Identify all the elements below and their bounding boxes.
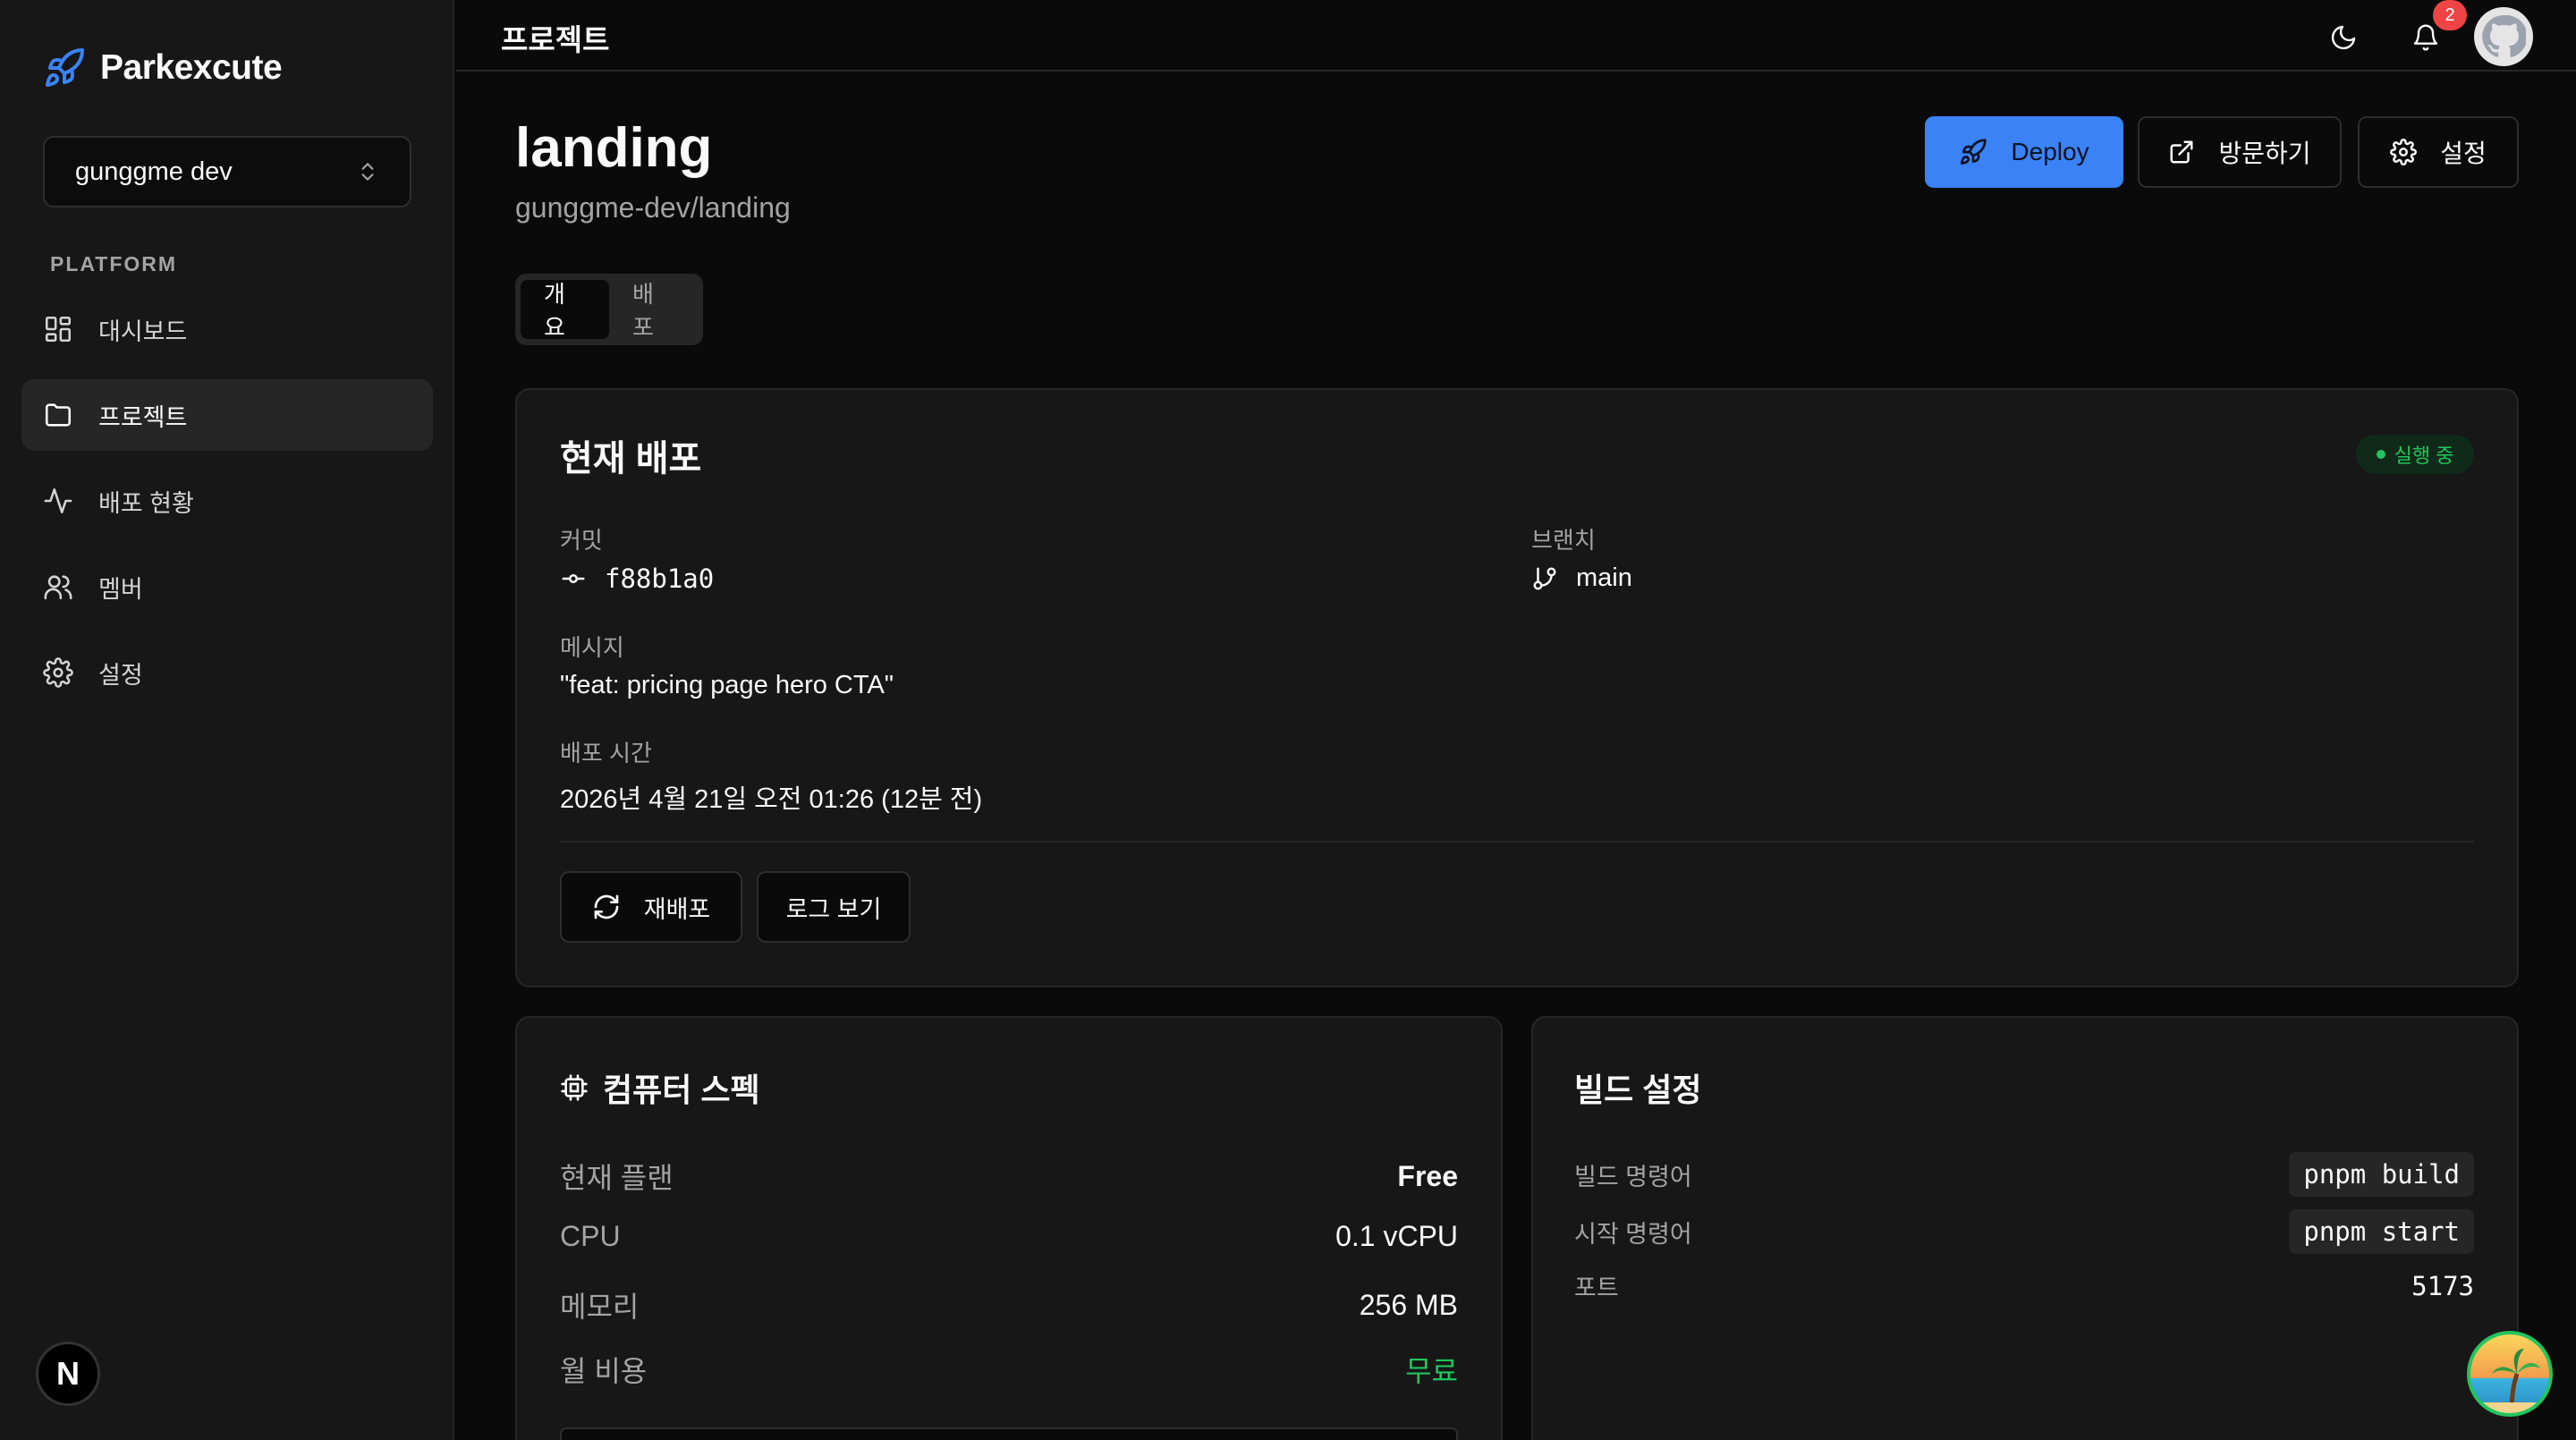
rocket-icon: [43, 47, 86, 89]
sidebar-item-members[interactable]: 멤버: [21, 551, 433, 623]
status-dot: [2376, 450, 2385, 459]
port-value: 5173: [2411, 1270, 2474, 1301]
deploy-button-label: Deploy: [2011, 138, 2089, 165]
visit-button[interactable]: 방문하기: [2138, 116, 2342, 188]
topbar: 프로젝트: [456, 0, 2576, 72]
deploy-button[interactable]: Deploy: [1925, 116, 2123, 188]
start-command-label: 시작 명령어: [1574, 1220, 1692, 1248]
compute-spec-title: 컴퓨터 스펙: [560, 1064, 760, 1111]
team-select[interactable]: gunggme dev: [43, 136, 411, 208]
compute-spec-title-text: 컴퓨터 스펙: [603, 1072, 760, 1108]
sidebar-item-dashboard[interactable]: 대시보드: [21, 293, 433, 365]
sidebar-item-label: 배포 현황: [98, 489, 194, 517]
spec-value: 0.1 vCPU: [1335, 1220, 1458, 1252]
brand-name: Parkexcute: [100, 48, 283, 87]
avatar[interactable]: [2474, 7, 2533, 66]
spec-key: 메모리: [560, 1291, 640, 1323]
chevrons-up-down-icon: [356, 160, 379, 183]
build-settings-title: 빌드 설정: [1574, 1072, 1702, 1108]
sidebar-item-label: 멤버: [98, 575, 143, 603]
tab-overview[interactable]: 개요: [521, 280, 609, 341]
current-deployment-title: 현재 배포: [560, 439, 702, 479]
view-logs-button[interactable]: 로그 보기: [757, 871, 911, 943]
spec-value: Free: [1397, 1159, 1458, 1192]
message-label: 메시지: [560, 634, 624, 661]
status-badge: 실행 중: [2356, 435, 2474, 474]
commit-label: 커밋: [560, 527, 603, 554]
port-label: 포트: [1574, 1275, 1619, 1301]
redeploy-label: 재배포: [643, 895, 711, 923]
port-row: 포트 5173: [1574, 1268, 2474, 1303]
users-icon: [43, 572, 73, 602]
refresh-icon: [592, 893, 621, 921]
team-select-value: gunggme dev: [75, 157, 233, 186]
page-title: 프로젝트: [501, 23, 610, 56]
gear-icon: [43, 657, 73, 688]
card-divider: [560, 841, 2474, 843]
github-icon: [2481, 14, 2526, 59]
sidebar-section-label: PLATFORM: [50, 252, 178, 275]
commit-hash: f88b1a0: [605, 563, 715, 594]
status-text: 실행 중: [2394, 445, 2454, 467]
build-command-row: 빌드 명령어 pnpm build: [1574, 1152, 2474, 1197]
sidebar-item-label: 프로젝트: [98, 403, 188, 431]
redeploy-button[interactable]: 재배포: [560, 871, 742, 943]
floating-assistant-badge[interactable]: [2467, 1331, 2553, 1417]
project-name: landing: [515, 117, 713, 179]
spec-row-plan: 현재 플랜 Free: [560, 1156, 1458, 1197]
external-link-icon: [2168, 139, 2195, 165]
git-commit-icon: [560, 565, 587, 592]
spec-value: 256 MB: [1359, 1288, 1458, 1321]
deploy-time-label: 배포 시간: [560, 740, 652, 767]
branch-name: main: [1576, 563, 1632, 592]
cpu-icon: [560, 1073, 589, 1102]
brand[interactable]: Parkexcute: [43, 43, 283, 93]
sidebar-item-projects[interactable]: 프로젝트: [21, 379, 433, 451]
spec-key: 월 비용: [560, 1355, 648, 1387]
start-command-row: 시작 명령어 pnpm start: [1574, 1209, 2474, 1254]
sidebar-nav: 대시보드 프로젝트 배포 현황 멤버 설정: [21, 293, 433, 723]
bell-icon: [2411, 23, 2440, 52]
tab-deployments[interactable]: 배포: [609, 280, 698, 341]
dashboard-icon: [43, 314, 73, 344]
spec-value: 무료: [1405, 1355, 1458, 1387]
commit-message: "feat: pricing page hero CTA": [560, 671, 894, 699]
branch-value: main: [1531, 563, 1632, 593]
gear-icon: [2390, 139, 2418, 165]
settings-button[interactable]: 설정: [2358, 116, 2519, 188]
branch-label: 브랜치: [1531, 527, 1596, 554]
rocket-icon: [1959, 138, 1987, 166]
visit-button-label: 방문하기: [2218, 140, 2311, 167]
view-logs-label: 로그 보기: [785, 895, 882, 923]
activity-icon: [43, 486, 73, 516]
project-repo: gunggme-dev/landing: [515, 191, 791, 224]
sidebar-item-label: 대시보드: [98, 318, 188, 345]
theme-toggle-button[interactable]: [2324, 18, 2363, 57]
spec-key: CPU: [560, 1220, 621, 1252]
build-command-label: 빌드 명령어: [1574, 1163, 1692, 1190]
sidebar: Parkexcute gunggme dev PLATFORM 대시보드 프로젝…: [0, 0, 454, 1440]
moon-icon: [2329, 23, 2358, 52]
sidebar-item-deployments[interactable]: 배포 현황: [21, 465, 433, 537]
folder-icon: [43, 400, 73, 430]
spec-row-cpu: CPU 0.1 vCPU: [560, 1220, 1458, 1253]
start-command: pnpm start: [2289, 1209, 2474, 1254]
spec-row-memory: 메모리 256 MB: [560, 1284, 1458, 1326]
git-branch-icon: [1531, 565, 1558, 592]
spec-row-monthly-cost: 월 비용 무료: [560, 1349, 1458, 1390]
sidebar-item-settings[interactable]: 설정: [21, 637, 433, 708]
spec-key: 현재 플랜: [560, 1162, 674, 1194]
notification-count-badge: 2: [2433, 0, 2467, 30]
palm-tree-icon: [2470, 1334, 2549, 1413]
commit-value: f88b1a0: [560, 563, 714, 594]
next-dev-badge[interactable]: N: [36, 1342, 100, 1406]
upgrade-button-partial[interactable]: [560, 1427, 1458, 1440]
settings-button-label: 설정: [2440, 140, 2487, 167]
sidebar-item-label: 설정: [98, 661, 143, 689]
deploy-time: 2026년 4월 21일 오전 01:26 (12분 전): [560, 785, 983, 814]
project-tabs: 개요 배포: [515, 274, 703, 345]
build-command: pnpm build: [2289, 1152, 2474, 1197]
